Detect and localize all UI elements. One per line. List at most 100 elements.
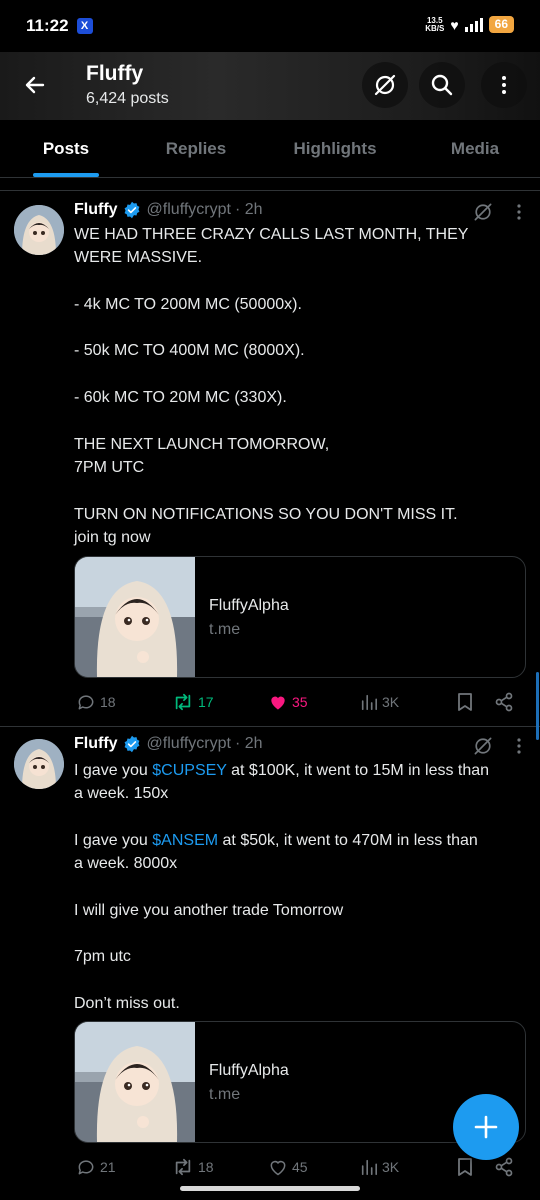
- profile-name: Fluffy: [86, 62, 144, 85]
- reply-count: 18: [100, 694, 116, 710]
- tweet-actions: 21 18 45 3K: [74, 1155, 524, 1179]
- heart-status-icon: ♥: [450, 16, 459, 33]
- network-speed: 13.5 KB/S: [425, 16, 445, 33]
- tweet-line: 7pm utc: [74, 948, 131, 966]
- tweet-line: I gave you $ANSEM at $50k, it went to 47…: [74, 831, 478, 849]
- tweet-line: 7PM UTC: [74, 458, 145, 476]
- tweet-header: Fluffy @fluffycrypt · 2h: [74, 201, 263, 219]
- avatar-image: [14, 205, 64, 255]
- tweet-line: TURN ON NOTIFICATIONS SO YOU DON'T MISS …: [74, 505, 458, 523]
- share-button[interactable]: [494, 1157, 514, 1177]
- more-vertical-icon[interactable]: [516, 203, 522, 221]
- heart-icon: [270, 1160, 286, 1176]
- like-button[interactable]: 45: [268, 1157, 308, 1177]
- search-icon: [431, 74, 453, 96]
- verified-badge-icon: [123, 201, 141, 219]
- repost-count: 18: [198, 1159, 214, 1175]
- tweet-header: Fluffy @fluffycrypt · 2h: [74, 735, 263, 753]
- author-name[interactable]: Fluffy: [74, 201, 118, 219]
- heart-filled-icon: [271, 696, 285, 710]
- bookmark-button[interactable]: [456, 1157, 474, 1177]
- tweet-line: a week. 8000x: [74, 855, 178, 873]
- back-button[interactable]: [14, 64, 56, 106]
- tab-highlights[interactable]: Highlights: [260, 120, 410, 177]
- bookmark-button[interactable]: [456, 692, 474, 712]
- repost-icon: [175, 1158, 191, 1176]
- battery-indicator: 66: [488, 16, 514, 33]
- repost-button[interactable]: 17: [172, 692, 214, 712]
- active-tab-indicator: [33, 173, 99, 177]
- link-card-title: FluffyAlpha: [209, 597, 289, 614]
- plus-icon: [474, 1115, 498, 1139]
- link-card-image: [75, 557, 195, 677]
- avatar-image: [14, 739, 64, 789]
- tweet-line: a week. 150x: [74, 785, 169, 803]
- grok-icon: [374, 74, 396, 96]
- reply-icon: [78, 1160, 94, 1175]
- link-card[interactable]: FluffyAlpha t.me: [74, 556, 526, 678]
- reply-icon: [78, 695, 94, 710]
- tweet-time: · 2h: [234, 201, 263, 218]
- tweet-top-icons: [472, 201, 522, 223]
- views-icon: [361, 694, 378, 711]
- like-button[interactable]: 35: [268, 692, 308, 712]
- like-count: 45: [292, 1159, 308, 1175]
- grok-icon[interactable]: [472, 735, 494, 757]
- tweet-actions: 18 17 35 3K: [74, 690, 524, 714]
- tab-replies[interactable]: Replies: [132, 120, 260, 177]
- reply-button[interactable]: 21: [76, 1157, 116, 1177]
- status-time: 11:22: [26, 16, 69, 35]
- share-icon: [495, 692, 513, 712]
- share-button[interactable]: [494, 692, 514, 712]
- scrollbar-thumb[interactable]: [536, 672, 539, 740]
- avatar[interactable]: [14, 205, 64, 255]
- views-button[interactable]: 3K: [360, 693, 399, 711]
- tweet-line: WERE MASSIVE.: [74, 249, 203, 267]
- network-speed-unit: KB/S: [425, 23, 445, 33]
- compose-post-button[interactable]: [453, 1094, 519, 1160]
- tweet-text: WE HAD THREE CRAZY CALLS LAST MONTH, THE…: [74, 223, 529, 549]
- more-vertical-icon: [502, 76, 506, 94]
- tab-label: Media: [450, 138, 500, 158]
- status-right: 13.5 KB/S ♥ 66: [425, 16, 514, 33]
- bookmark-icon: [458, 1158, 472, 1176]
- grok-button[interactable]: [362, 62, 408, 108]
- profile-header: Fluffy 6,424 posts: [0, 52, 540, 120]
- tweet-line: I gave you $CUPSEY at $100K, it went to …: [74, 762, 490, 779]
- more-vertical-icon[interactable]: [516, 737, 522, 755]
- status-bar: 11:22 X 13.5 KB/S ♥ 66: [0, 0, 540, 52]
- tweet-text: I gave you $CUPSEY at $100K, it went to …: [74, 759, 529, 1015]
- tweet-time: · 2h: [234, 735, 263, 752]
- views-button[interactable]: 3K: [360, 1158, 399, 1176]
- author-handle[interactable]: @fluffycrypt: [147, 735, 231, 753]
- views-count: 3K: [382, 1159, 400, 1175]
- tab-posts[interactable]: Posts: [0, 120, 132, 177]
- signal-icon: [464, 17, 483, 32]
- repost-button[interactable]: 18: [172, 1157, 214, 1177]
- grok-icon[interactable]: [472, 201, 494, 223]
- search-button[interactable]: [419, 62, 465, 108]
- avatar[interactable]: [14, 739, 64, 789]
- reply-count: 21: [100, 1159, 116, 1175]
- tab-media[interactable]: Media: [410, 120, 540, 177]
- repost-icon: [175, 693, 191, 711]
- cashtag-link[interactable]: $ANSEM: [152, 832, 218, 849]
- verified-badge-icon: [123, 735, 141, 753]
- share-icon: [495, 1157, 513, 1177]
- tweet-line: join tg now: [74, 528, 151, 546]
- author-handle[interactable]: @fluffycrypt: [147, 201, 231, 219]
- link-card-image: [75, 1022, 195, 1142]
- profile-tabs: Posts Replies Highlights Media: [0, 120, 540, 178]
- more-options-button[interactable]: [481, 62, 527, 108]
- views-icon: [361, 1159, 378, 1176]
- tweet-line: Don’t miss out.: [74, 994, 180, 1012]
- tweet[interactable]: Fluffy @fluffycrypt · 2h WE HAD THREE CR…: [0, 191, 540, 726]
- cashtag-link[interactable]: $CUPSEY: [152, 762, 226, 779]
- tweet-line: I will give you another trade Tomorrow: [74, 901, 344, 919]
- home-indicator[interactable]: [180, 1186, 360, 1191]
- tab-label: Posts: [42, 138, 90, 158]
- tweet-top-icons: [472, 735, 522, 757]
- author-name[interactable]: Fluffy: [74, 735, 118, 753]
- reply-button[interactable]: 18: [76, 692, 116, 712]
- link-card-domain: t.me: [209, 1086, 241, 1103]
